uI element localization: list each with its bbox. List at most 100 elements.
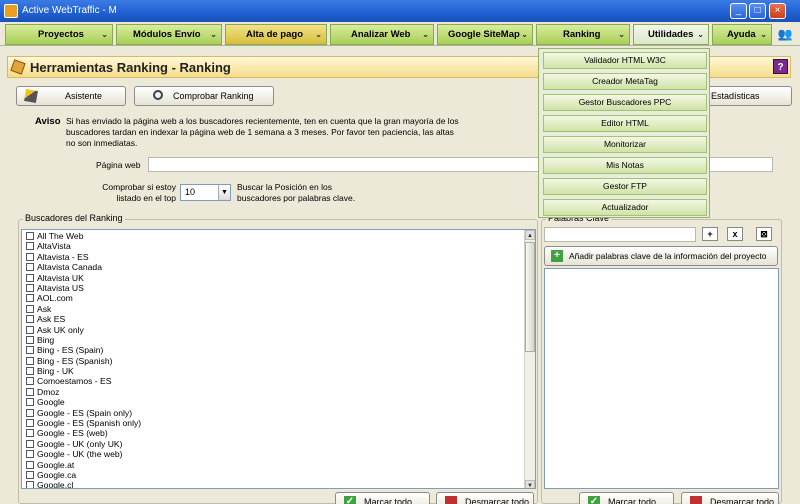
add-keywords-from-project-button[interactable]: + Añadir palabras clave de la informació… [544,246,778,266]
list-item[interactable]: Google - UK (only UK) [22,439,141,449]
buscadores-desmarcar-todo-button[interactable]: Desmarcar todo [436,492,534,504]
list-item[interactable]: Google - ES (Spain only) [22,408,141,418]
checkbox[interactable] [26,377,34,386]
list-item[interactable]: Bing - UK [22,366,141,376]
checkbox[interactable] [26,294,34,303]
checkbox[interactable] [26,398,34,407]
plus-icon: + [551,250,563,262]
comprobar-ranking-button[interactable]: Comprobar Ranking [134,86,274,106]
menuitem-gestor-buscadores-ppc[interactable]: Gestor Buscadores PPC [543,94,707,111]
buscadores-scrollbar[interactable]: ▲ ▼ [524,230,535,488]
menu-ranking[interactable]: Ranking ⌄ [536,24,630,45]
menuitem-monitorizar[interactable]: Monitorizar [543,136,707,153]
list-item[interactable]: Ask UK only [22,325,141,335]
top-hint: Buscar la Posición en los buscadores por… [237,182,356,203]
checkbox[interactable] [26,335,34,344]
list-item[interactable]: Ask ES [22,314,141,324]
list-item[interactable]: Google - UK (the web) [22,449,141,459]
menu-modulos-envio[interactable]: Módulos Envío ⌄ [116,24,222,45]
checkbox[interactable] [26,356,34,365]
list-item[interactable]: Google.ca [22,470,141,480]
menuitem-creador-metatag[interactable]: Creador MetaTag [543,73,707,90]
checkbox[interactable] [26,252,34,261]
menuitem-validador-html[interactable]: Validador HTML W3C [543,52,707,69]
buscadores-list[interactable]: All The Web AltaVista Altavista - ES Altavi… [21,229,536,489]
utilidades-dropdown: Validador HTML W3C Creador MetaTag Gesto… [538,48,710,218]
list-item-label: Bing - ES (Spanish) [37,355,113,366]
list-item[interactable]: Bing - ES (Spanish) [22,356,141,366]
list-item[interactable]: Google - ES (web) [22,428,141,438]
checkbox[interactable] [26,367,34,376]
checkbox[interactable] [26,325,34,334]
checkbox[interactable] [26,408,34,417]
list-item-label: Altavista - ES [37,251,89,262]
list-item-label: AltaVista [37,241,71,252]
list-item[interactable]: Altavista UK [22,273,141,283]
checkbox[interactable] [26,450,34,459]
estadisticas-button[interactable]: Estadísticas [700,86,792,106]
menu-google-sitemap[interactable]: Google SiteMap ⌄ [437,24,533,45]
close-button[interactable]: × [769,3,786,19]
checkbox[interactable] [26,232,34,240]
list-item[interactable]: Altavista Canada [22,262,141,272]
checkbox[interactable] [26,273,34,282]
palabra-clave-input[interactable] [544,227,696,242]
scroll-up-icon[interactable]: ▲ [525,230,535,240]
menu-alta-de-pago[interactable]: Alta de pago ⌄ [225,24,327,45]
clear-keywords-button[interactable]: ⊠ [756,227,772,241]
user-icon[interactable]: 👥 [776,25,794,43]
menuitem-actualizador[interactable]: Actualizador [543,199,707,216]
checkbox[interactable] [26,470,34,479]
palabras-desmarcar-todo-button[interactable]: Desmarcar todo [681,492,779,504]
list-item-label: Google - ES (Spanish only) [37,418,142,429]
list-item-label: All The Web [37,231,84,241]
list-item[interactable]: Bing - ES (Spain) [22,345,141,355]
list-item[interactable]: AltaVista [22,241,141,251]
list-item[interactable]: Altavista US [22,283,141,293]
menu-ayuda[interactable]: Ayuda ⌄ [712,24,772,45]
checkbox[interactable] [26,481,34,488]
menuitem-gestor-ftp[interactable]: Gestor FTP [543,178,707,195]
remove-keyword-button[interactable]: x [727,227,743,241]
top-select[interactable]: 10 ▼ [180,184,231,201]
list-item-label: AOL.com [37,293,73,304]
checkbox[interactable] [26,283,34,292]
scroll-thumb[interactable] [525,242,535,352]
list-item[interactable]: Comoestamos - ES [22,376,141,386]
list-item[interactable]: Dmoz [22,387,141,397]
checkbox[interactable] [26,346,34,355]
list-item[interactable]: Ask [22,304,141,314]
list-item[interactable]: Bing [22,335,141,345]
checkbox[interactable] [26,315,34,324]
checkbox[interactable] [26,460,34,469]
menu-analizar-web[interactable]: Analizar Web ⌄ [330,24,434,45]
list-item[interactable]: AOL.com [22,293,141,303]
list-item[interactable]: Google.cl [22,480,141,488]
menuitem-editor-html[interactable]: Editor HTML [543,115,707,132]
buscadores-marcar-todo-button[interactable]: ✓ Marcar todo [335,492,430,504]
list-item[interactable]: All The Web [22,231,141,241]
palabras-marcar-todo-button[interactable]: ✓ Marcar todo [579,492,674,504]
add-keyword-button[interactable]: + [702,227,718,241]
minimize-button[interactable]: _ [730,3,747,19]
checkbox[interactable] [26,429,34,438]
list-item[interactable]: Google - ES (Spanish only) [22,418,141,428]
menu-utilidades[interactable]: Utilidades ⌄ [633,24,709,45]
checkbox[interactable] [26,387,34,396]
menu-proyectos[interactable]: Proyectos ⌄ [5,24,113,45]
checkbox[interactable] [26,304,34,313]
list-item[interactable]: Altavista - ES [22,252,141,262]
palabras-clave-list[interactable] [544,268,779,489]
checkbox[interactable] [26,242,34,251]
list-item-label: Ask ES [37,314,66,325]
checkbox[interactable] [26,419,34,428]
checkbox[interactable] [26,439,34,448]
asistente-button[interactable]: Asistente [16,86,126,106]
maximize-button[interactable]: □ [749,3,766,19]
menuitem-mis-notas[interactable]: Mis Notas [543,157,707,174]
list-item[interactable]: Google.at [22,460,141,470]
checkbox[interactable] [26,263,34,272]
scroll-down-icon[interactable]: ▼ [525,480,535,488]
help-button[interactable]: ? [773,59,788,74]
list-item[interactable]: Google [22,397,141,407]
